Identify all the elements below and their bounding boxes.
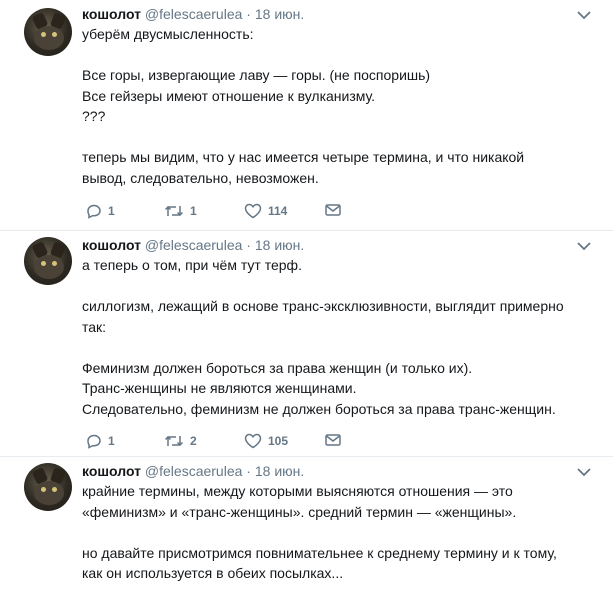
like-button[interactable]: 105	[244, 433, 288, 449]
reply-button[interactable]: 1	[86, 433, 115, 449]
direct-message-button[interactable]	[325, 203, 341, 217]
user-handle[interactable]: @felescaerulea	[145, 6, 243, 22]
retweet-count: 2	[190, 434, 197, 448]
like-count: 114	[268, 204, 288, 218]
avatar[interactable]	[24, 463, 72, 511]
tweet-date[interactable]: 18 июн.	[255, 237, 304, 253]
display-name[interactable]: кошолот	[82, 463, 141, 479]
display-name[interactable]: кошолот	[82, 237, 141, 253]
tweet-text-body: а теперь о том, при чём тут терф. силлог…	[82, 257, 564, 417]
tweet[interactable]: кошолот @felescaerulea · 18 июн. уберём …	[0, 0, 613, 231]
heart-icon	[244, 433, 262, 449]
tweet[interactable]: кошолот @felescaerulea · 18 июн. крайние…	[0, 457, 613, 597]
tweet-header: кошолот @felescaerulea · 18 июн.	[82, 4, 601, 24]
like-button[interactable]: 114	[244, 203, 287, 219]
reply-icon	[87, 204, 101, 219]
direct-message-button[interactable]	[325, 433, 341, 447]
retweet-button[interactable]: 2	[164, 433, 197, 449]
retweet-count: 1	[190, 204, 197, 218]
like-count: 105	[268, 434, 289, 448]
tweet-date[interactable]: 18 июн.	[255, 463, 304, 479]
tweet-header: кошолот @felescaerulea · 18 июн.	[82, 235, 601, 255]
tweet-header: кошолот @felescaerulea · 18 июн.	[82, 461, 601, 481]
tweet-text-body: уберём двусмысленность: Все горы, изверг…	[82, 26, 525, 186]
retweet-button[interactable]: 1	[164, 203, 197, 219]
retweet-icon	[164, 205, 184, 217]
retweet-icon	[164, 435, 184, 447]
envelope-icon	[325, 204, 341, 216]
separator: ·	[246, 237, 251, 253]
separator: ·	[246, 463, 251, 479]
chevron-down-icon[interactable]	[577, 10, 591, 20]
tweet-text-body: крайние термины, между которыми выясняют…	[82, 483, 557, 581]
chevron-down-icon[interactable]	[577, 241, 591, 251]
user-handle[interactable]: @felescaerulea	[145, 237, 243, 253]
tweet-text: уберём двусмысленность: Все горы, изверг…	[82, 24, 601, 188]
avatar[interactable]	[24, 8, 72, 56]
reply-count: 1	[108, 204, 115, 218]
reply-icon	[87, 434, 101, 449]
tweet-actions: 1 1 114	[82, 195, 601, 235]
tweet-date[interactable]: 18 июн.	[255, 6, 304, 22]
avatar[interactable]	[24, 237, 72, 285]
reply-count: 1	[108, 434, 115, 448]
tweet[interactable]: кошолот @felescaerulea · 18 июн. а тепер…	[0, 231, 613, 457]
user-handle[interactable]: @felescaerulea	[145, 463, 243, 479]
tweet-text: а теперь о том, при чём тут терф. силлог…	[82, 255, 601, 419]
display-name[interactable]: кошолот	[82, 6, 141, 22]
envelope-icon	[325, 434, 341, 446]
chevron-down-icon[interactable]	[577, 467, 591, 477]
reply-button[interactable]: 1	[86, 203, 115, 219]
separator: ·	[246, 6, 251, 22]
heart-icon	[244, 203, 262, 219]
tweet-text: крайние термины, между которыми выясняют…	[82, 481, 601, 584]
